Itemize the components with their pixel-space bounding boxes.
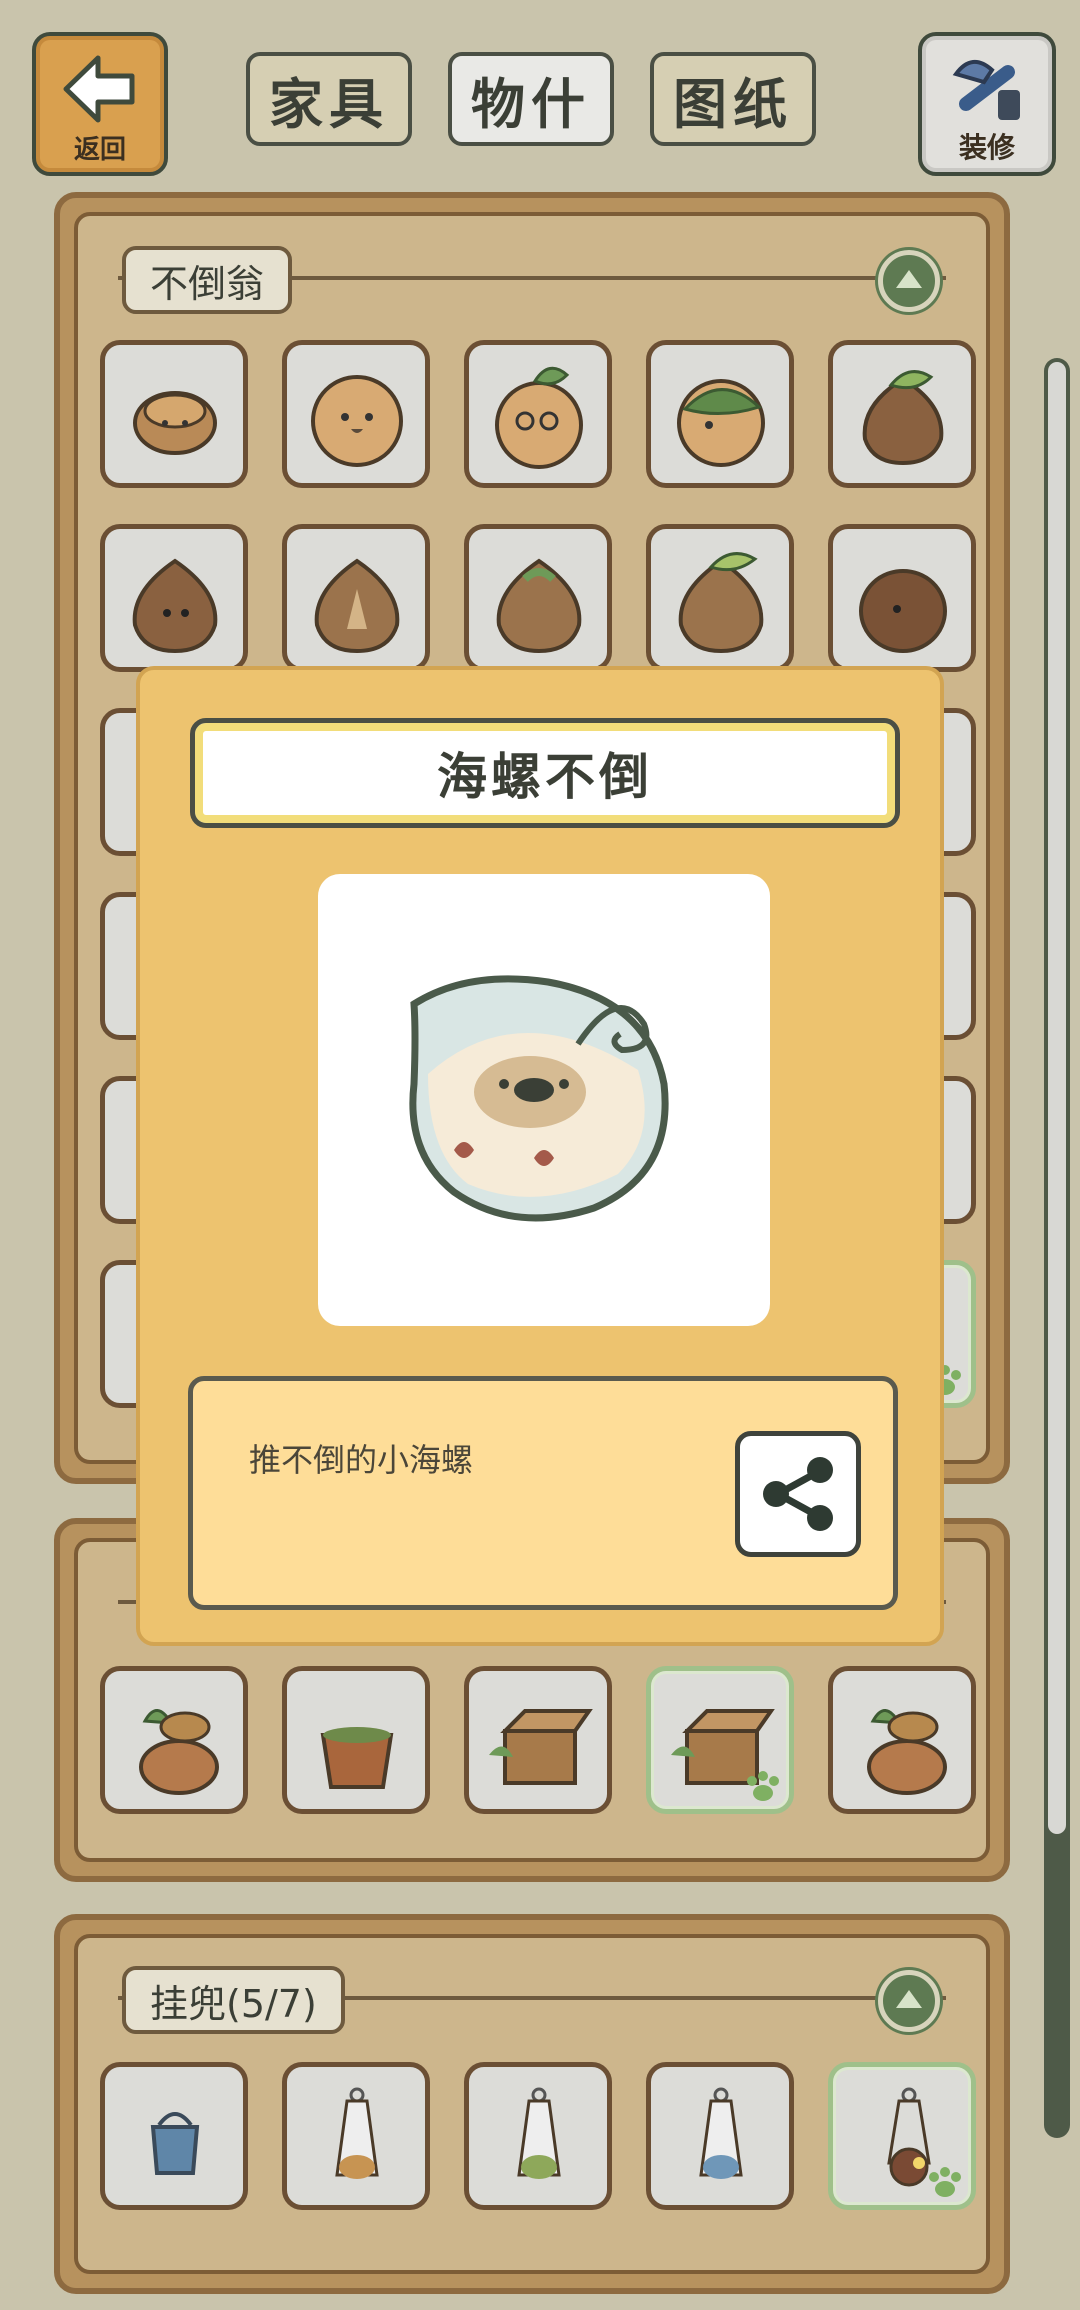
item-description-box: 推不倒的小海螺 bbox=[188, 1376, 898, 1610]
section-hanging-bags-title: 挂兜(5/7) bbox=[150, 1981, 317, 2026]
back-button-label: 返回 bbox=[73, 135, 126, 165]
share-icon bbox=[763, 1457, 833, 1531]
scrollbar-thumb[interactable] bbox=[1048, 362, 1066, 1834]
item-hanging-bag-4[interactable] bbox=[646, 2062, 794, 2210]
tab-furniture-label: 家具 bbox=[269, 72, 389, 136]
tab-blueprints-label: 图纸 bbox=[673, 72, 793, 136]
item-hanging-bag-1[interactable] bbox=[100, 2062, 248, 2210]
item-planter-2[interactable] bbox=[282, 1666, 430, 1814]
item-tumbler-3[interactable] bbox=[464, 340, 612, 488]
tab-blueprints[interactable]: 图纸 bbox=[650, 52, 816, 146]
item-hanging-bag-3[interactable] bbox=[464, 2062, 612, 2210]
decorate-button[interactable]: 装修 bbox=[918, 32, 1056, 176]
tumbler-figure-icon bbox=[133, 391, 217, 455]
planter-icon bbox=[320, 1727, 394, 1789]
tab-items-label: 物什 bbox=[471, 72, 591, 136]
item-hanging-bag-2[interactable] bbox=[282, 2062, 430, 2210]
item-tumbler-4[interactable] bbox=[646, 340, 794, 488]
chevron-up-icon[interactable] bbox=[878, 250, 940, 312]
tumbler-figure-icon bbox=[132, 558, 218, 654]
item-planter-3[interactable] bbox=[828, 1666, 976, 1814]
item-description: 推不倒的小海螺 bbox=[249, 1441, 474, 1479]
tumbler-figure-icon bbox=[314, 558, 400, 654]
item-hanging-bag-5[interactable] bbox=[828, 2062, 976, 2210]
item-crate-1[interactable] bbox=[464, 1666, 612, 1814]
back-button[interactable]: 返回 bbox=[32, 32, 168, 176]
paw-icon bbox=[929, 2167, 961, 2197]
item-preview bbox=[318, 874, 770, 1326]
tab-items[interactable]: 物什 bbox=[448, 52, 614, 146]
tab-furniture[interactable]: 家具 bbox=[246, 52, 412, 146]
item-planter-1[interactable] bbox=[100, 1666, 248, 1814]
tumbler-figure-icon bbox=[311, 375, 403, 467]
item-tumbler-10[interactable] bbox=[828, 524, 976, 672]
share-button[interactable] bbox=[735, 1431, 861, 1557]
item-crate-2[interactable] bbox=[646, 1666, 794, 1814]
tumbler-figure-icon bbox=[678, 552, 764, 654]
tumbler-figure-icon bbox=[496, 558, 582, 654]
item-tumbler-2[interactable] bbox=[282, 340, 430, 488]
item-detail-dialog[interactable]: 海螺不倒 推不倒的小海螺 bbox=[136, 666, 944, 1646]
paw-icon bbox=[747, 1771, 779, 1801]
bag-icon bbox=[517, 2087, 561, 2179]
bag-icon bbox=[335, 2087, 379, 2179]
tumbler-figure-icon bbox=[677, 379, 765, 467]
item-tumbler-1[interactable] bbox=[100, 340, 248, 488]
section-hanging-bags: 挂兜(5/7) bbox=[54, 1914, 1010, 2294]
arrow-left-icon bbox=[63, 55, 135, 123]
item-title-box: 海螺不倒 bbox=[190, 718, 900, 828]
planter-icon bbox=[139, 1709, 219, 1795]
item-tumbler-6[interactable] bbox=[100, 524, 248, 672]
section-tumbler-label: 不倒翁 bbox=[122, 246, 293, 314]
bag-icon bbox=[699, 2087, 743, 2179]
bag-icon bbox=[150, 2112, 200, 2175]
item-title: 海螺不倒 bbox=[437, 748, 653, 806]
seashell-tumbler-image bbox=[409, 975, 669, 1222]
item-tumbler-7[interactable] bbox=[282, 524, 430, 672]
crate-icon bbox=[489, 1709, 593, 1785]
item-tumbler-8[interactable] bbox=[464, 524, 612, 672]
section-hanging-bags-inner: 挂兜(5/7) bbox=[74, 1934, 990, 2274]
section-tumbler-title: 不倒翁 bbox=[150, 261, 265, 306]
decorate-button-label: 装修 bbox=[958, 131, 1015, 164]
section-hanging-bags-label: 挂兜(5/7) bbox=[122, 1966, 345, 2034]
item-tumbler-5[interactable] bbox=[828, 340, 976, 488]
tumbler-figure-icon bbox=[862, 370, 944, 466]
item-tumbler-9[interactable] bbox=[646, 524, 794, 672]
tumbler-figure-icon bbox=[495, 366, 583, 469]
tumbler-figure-icon bbox=[859, 569, 947, 653]
chevron-up-icon[interactable] bbox=[878, 1970, 940, 2032]
planter-icon bbox=[867, 1709, 947, 1795]
hammer-icon bbox=[952, 60, 1020, 120]
